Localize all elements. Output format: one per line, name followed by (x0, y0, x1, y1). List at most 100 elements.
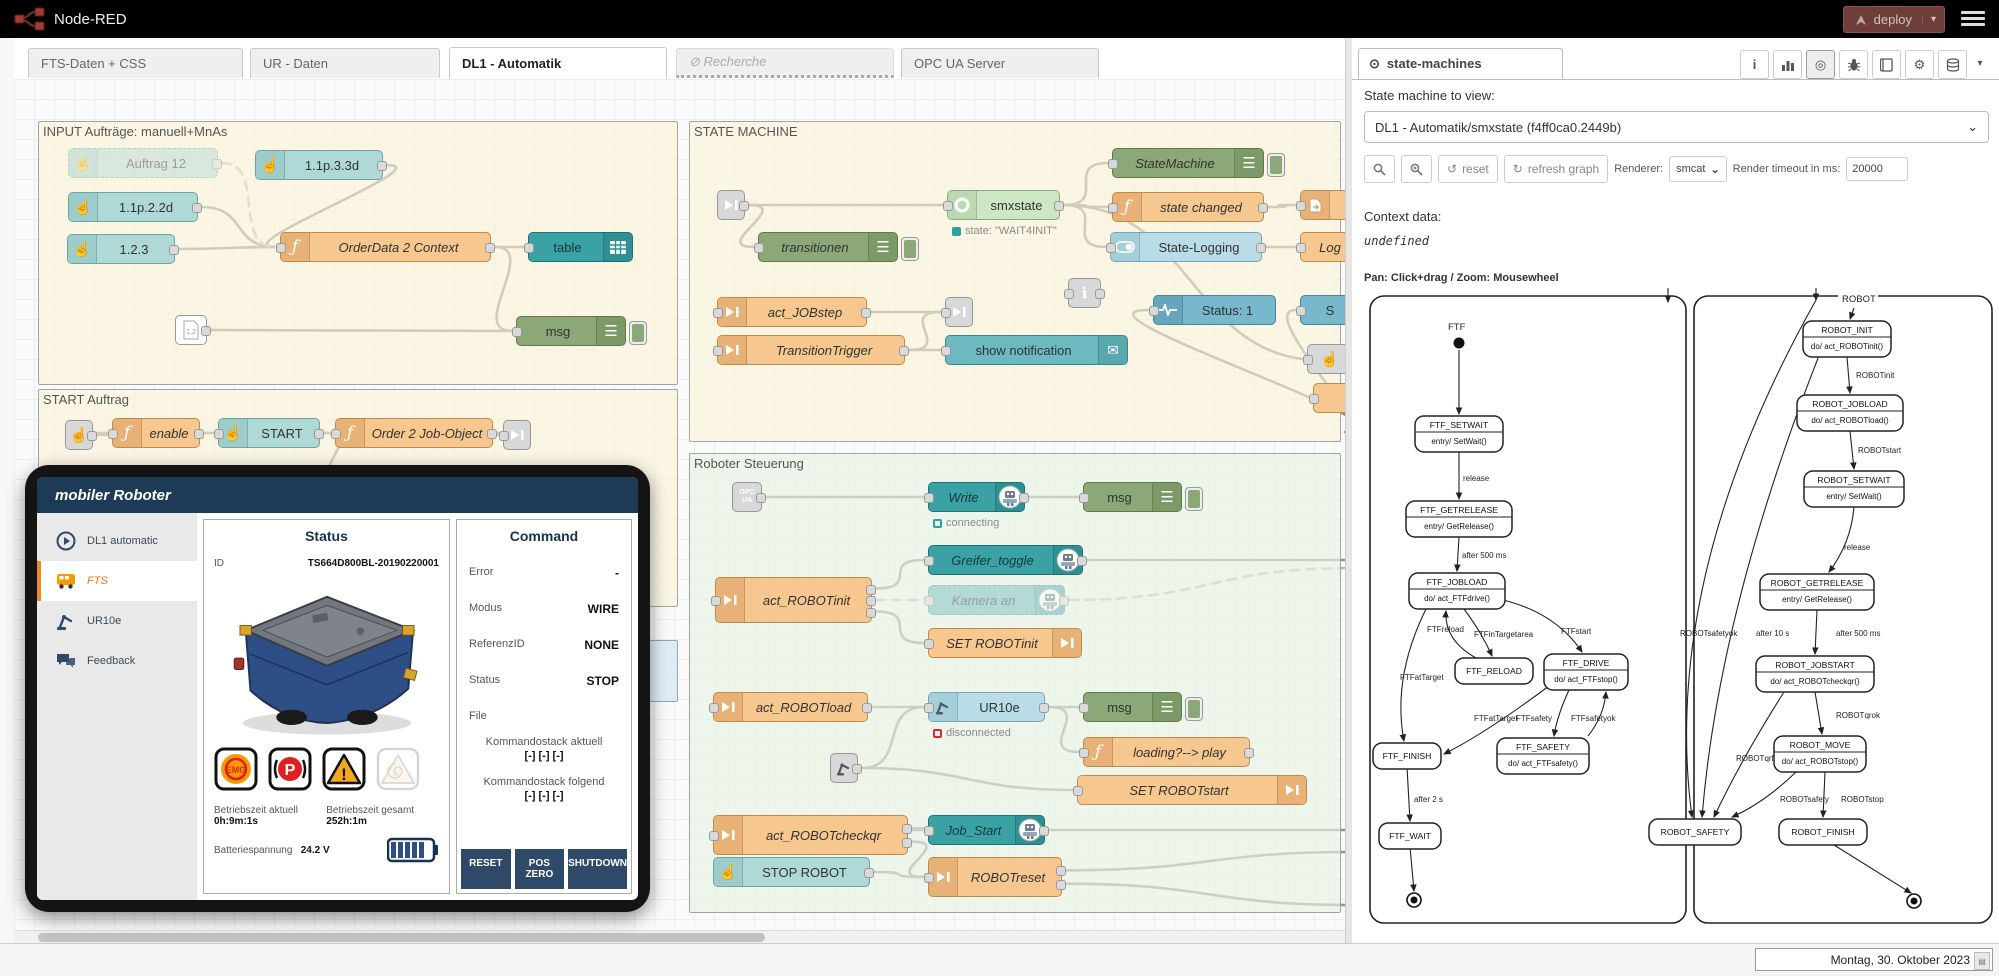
output-port[interactable] (201, 326, 211, 336)
input-port[interactable] (1303, 355, 1313, 365)
main-menu-icon[interactable] (1961, 8, 1985, 28)
output-port[interactable] (1056, 880, 1066, 890)
node-kamera-an[interactable]: Kamera an (928, 585, 1065, 615)
node-transitionen[interactable]: ☰transitionen (758, 232, 898, 262)
debug-toggle-button[interactable] (1185, 697, 1203, 721)
node-set-robotinit[interactable]: SET ROBOTinit (928, 628, 1082, 658)
output-port[interactable] (169, 245, 179, 255)
input-port[interactable] (1106, 243, 1116, 253)
node-status-1[interactable]: Status: 1 (1153, 295, 1276, 325)
output-port[interactable] (212, 159, 222, 169)
node-smxstate[interactable]: smxstatestate: "WAIT4INIT" (947, 190, 1060, 220)
node-state-changed[interactable]: ƒstate changed (1112, 192, 1264, 222)
reset-button[interactable]: RESET (461, 849, 511, 889)
input-port[interactable] (924, 873, 934, 883)
input-port[interactable] (1108, 159, 1118, 169)
state-machine-select[interactable]: DL1 - Automatik/smxstate (f4ff0ca0.2449b… (1364, 111, 1989, 143)
output-port[interactable] (487, 429, 497, 439)
output-port[interactable] (1056, 866, 1066, 876)
date-picker-icon[interactable]: ▤ (1974, 952, 1990, 970)
workspace-tab-ur-daten[interactable]: UR - Daten (250, 48, 440, 78)
output-port[interactable] (862, 703, 872, 713)
node-stop-robot[interactable]: ☝STOP ROBOT (713, 857, 870, 887)
input-port[interactable] (941, 346, 951, 356)
tablet-menu-dl1-automatic[interactable]: DL1 automatic (37, 521, 197, 561)
input-port[interactable] (1296, 243, 1306, 253)
output-port[interactable] (902, 838, 912, 848)
state-machine-diagram[interactable]: FTFreleaseafter 500 msFTFinTargetareaFTF… (1364, 288, 1989, 943)
refresh-graph-button[interactable]: ↻refresh graph (1504, 155, 1608, 183)
input-port[interactable] (1079, 703, 1089, 713)
node-1-1p-3-3d[interactable]: ☝1.1p.3.3d (255, 150, 383, 180)
input-port[interactable] (276, 243, 286, 253)
tablet-menu-ur10e[interactable]: UR10e (37, 601, 197, 641)
input-port[interactable] (331, 429, 341, 439)
input-port[interactable] (1108, 203, 1118, 213)
node-file12[interactable]: 1,2 (175, 315, 207, 345)
output-port[interactable] (902, 824, 912, 834)
output-port[interactable] (314, 429, 324, 439)
input-port[interactable] (1149, 306, 1159, 316)
gear-tab-icon[interactable]: ⚙ (1905, 50, 1934, 79)
input-port[interactable] (1296, 306, 1306, 316)
output-port[interactable] (1054, 201, 1064, 211)
node-orderdata-2-context[interactable]: ƒOrderData 2 Context (280, 232, 491, 262)
input-port[interactable] (924, 493, 934, 503)
node-linkout1[interactable] (503, 420, 531, 450)
output-port[interactable] (1258, 203, 1268, 213)
scrollbar-thumb[interactable] (38, 933, 765, 942)
sidebar-more-caret[interactable]: ▾ (1971, 50, 1989, 77)
zoom-in-button[interactable] (1401, 155, 1432, 183)
state-machines-tab-icon[interactable]: ◎ (1806, 50, 1835, 79)
input-port[interactable] (512, 327, 522, 337)
node-statemachine[interactable]: ☰StateMachine (1112, 148, 1264, 178)
node-transitiontrigger[interactable]: TransitionTrigger (717, 335, 905, 365)
debug-toggle-button[interactable] (1267, 153, 1285, 177)
node-table[interactable]: table (528, 232, 633, 262)
output-port[interactable] (485, 243, 495, 253)
output-port[interactable] (1095, 289, 1105, 299)
node-armgray[interactable] (830, 753, 858, 783)
input-port[interactable] (711, 596, 721, 606)
node-robotreset[interactable]: ROBOTreset (928, 857, 1062, 897)
input-port[interactable] (1079, 748, 1089, 758)
output-port[interactable] (852, 764, 862, 774)
workspace-tab-fts-daten-css[interactable]: FTS-Daten + CSS (28, 48, 243, 78)
node-write[interactable]: Writeconnecting (928, 482, 1025, 512)
output-port[interactable] (1039, 826, 1049, 836)
input-port[interactable] (941, 308, 951, 318)
input-port[interactable] (924, 596, 934, 606)
output-port[interactable] (194, 429, 204, 439)
config-nodes-tab-icon[interactable] (1938, 50, 1967, 79)
input-port[interactable] (524, 243, 534, 253)
node-auftrag-12[interactable]: ☝Auftrag 12 (68, 148, 218, 178)
node-act-jobstep[interactable]: act_JOBstep (717, 297, 867, 327)
deploy-button[interactable]: deploy ▾ (1843, 6, 1945, 33)
output-port[interactable] (861, 308, 871, 318)
input-port[interactable] (1079, 493, 1089, 503)
node-grayinject[interactable]: ☝ (65, 420, 93, 450)
tablet-menu-feedback[interactable]: Feedback (37, 641, 197, 681)
node-1-1p-2-2d[interactable]: ☝1.1p.2.2d (68, 192, 198, 222)
deploy-options-caret[interactable]: ▾ (1922, 14, 1944, 25)
workspace-tab-opc-ua-server[interactable]: OPC UA Server (901, 48, 1099, 78)
output-port[interactable] (866, 608, 876, 618)
output-port[interactable] (1244, 748, 1254, 758)
debug-toggle-button[interactable] (629, 321, 647, 345)
render-timeout-input[interactable]: 20000 (1846, 157, 1908, 181)
node-msg[interactable]: ☰msg (1083, 692, 1182, 722)
node-msg[interactable]: ☰msg (516, 316, 626, 346)
debug-toggle-button[interactable] (1185, 487, 1203, 511)
input-port[interactable] (924, 826, 934, 836)
node-ur10e[interactable]: UR10edisconnected (928, 692, 1045, 722)
tab-state-machines[interactable]: ⊙ state-machines (1358, 48, 1563, 79)
node-loading-play[interactable]: ƒloading?--> play (1083, 737, 1250, 767)
debug-bug-tab-icon[interactable] (1839, 50, 1868, 79)
node-linkmid[interactable] (945, 297, 973, 327)
info-tab-icon[interactable]: i (1740, 50, 1769, 79)
output-port[interactable] (864, 868, 874, 878)
debug-toggle-button[interactable] (901, 237, 919, 261)
input-port[interactable] (924, 556, 934, 566)
input-port[interactable] (709, 703, 719, 713)
node-act-robotcheckqr[interactable]: act_ROBOTcheckqr (713, 815, 908, 855)
